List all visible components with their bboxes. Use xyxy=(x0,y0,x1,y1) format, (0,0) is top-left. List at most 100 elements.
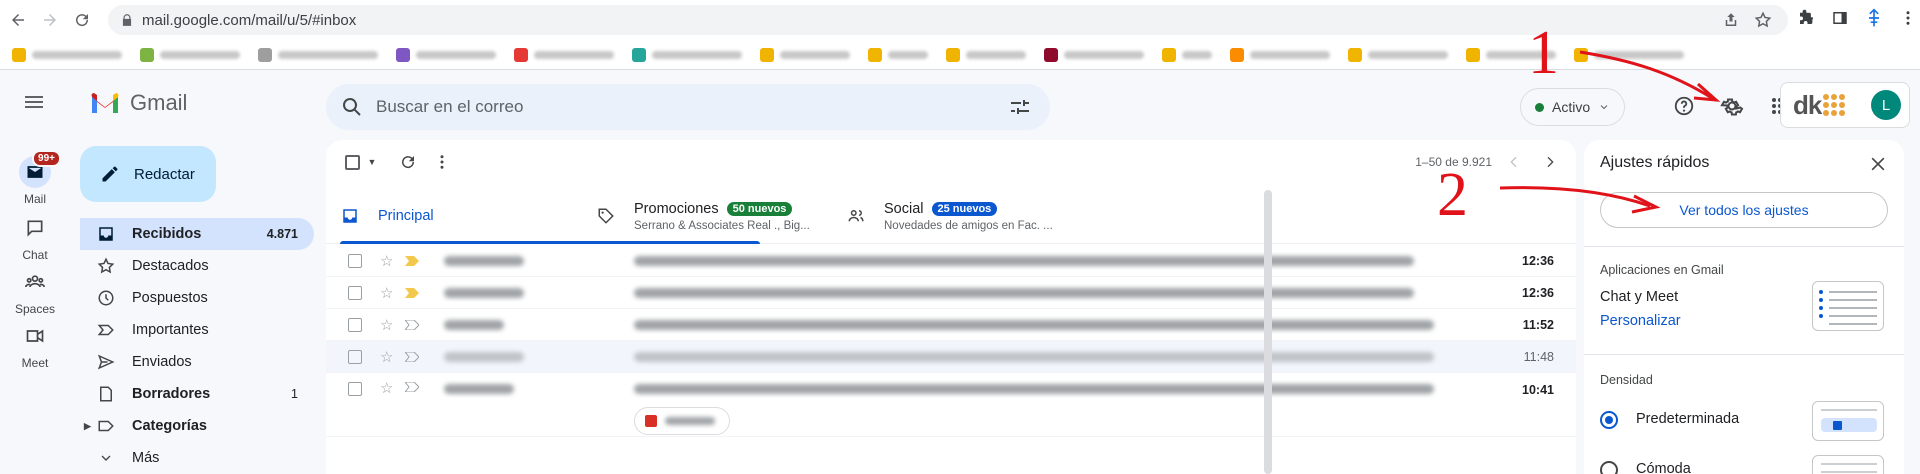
email-time: 12:36 xyxy=(1522,253,1554,268)
caret-right-icon[interactable]: ▶ xyxy=(84,421,91,432)
bookmark-item[interactable] xyxy=(760,47,850,62)
bookmark-item[interactable] xyxy=(1162,47,1212,62)
rail-item-spaces[interactable]: Spaces xyxy=(0,266,70,316)
important-marker-icon[interactable] xyxy=(405,255,420,266)
search-bar[interactable] xyxy=(326,84,1050,130)
refresh-icon[interactable] xyxy=(398,152,418,172)
density-default-radio[interactable] xyxy=(1600,411,1618,429)
compose-button[interactable]: Redactar xyxy=(80,146,216,202)
forward-icon[interactable] xyxy=(36,6,64,34)
bookmark-item[interactable] xyxy=(1348,47,1448,62)
avatar[interactable]: L xyxy=(1871,90,1901,120)
row-checkbox[interactable] xyxy=(348,382,362,396)
sidebar-item-inbox[interactable]: Recibidos 4.871 xyxy=(80,218,314,250)
see-all-settings-button[interactable]: Ver todos los ajustes xyxy=(1600,192,1888,228)
important-marker-icon[interactable] xyxy=(405,287,420,298)
row-checkbox[interactable] xyxy=(348,253,362,268)
bookmark-item[interactable] xyxy=(946,47,1026,62)
star-icon[interactable]: ☆ xyxy=(380,316,393,334)
tab-promociones[interactable]: Promociones 50 nuevos Serrano & Associate… xyxy=(596,188,810,244)
search-input[interactable] xyxy=(376,97,976,117)
gmail-m-icon xyxy=(91,93,119,113)
help-icon[interactable] xyxy=(1670,92,1698,120)
bookmark-item[interactable] xyxy=(1044,47,1144,62)
share-icon[interactable] xyxy=(1722,11,1740,29)
rail-item-mail[interactable]: 99+ Mail xyxy=(0,150,70,206)
attachment-chip[interactable] xyxy=(634,407,730,435)
table-row[interactable]: ☆ 11:52 xyxy=(326,309,1576,341)
row-checkbox[interactable] xyxy=(348,285,362,300)
star-icon[interactable]: ☆ xyxy=(380,379,393,397)
density-section: Densidad Predeterminada Cómoda xyxy=(1584,354,1904,474)
sidebar-item-snoozed[interactable]: Pospuestos xyxy=(80,282,314,314)
sidebar-item-drafts[interactable]: Borradores 1 xyxy=(80,378,314,410)
more-options-icon[interactable] xyxy=(432,152,452,172)
chat-icon xyxy=(27,220,43,237)
important-marker-icon[interactable] xyxy=(405,382,420,392)
sidebar-item-more[interactable]: Más xyxy=(80,442,314,474)
clock-icon xyxy=(96,288,116,308)
side-panel-icon[interactable] xyxy=(1830,8,1850,28)
bookmark-item[interactable] xyxy=(1230,47,1330,62)
table-row[interactable]: ☆ 11:48 xyxy=(326,341,1576,373)
subject-redacted xyxy=(634,287,1414,298)
bookmark-star-icon[interactable] xyxy=(1754,11,1772,29)
bookmark-item[interactable] xyxy=(1574,47,1684,62)
extensions-icon[interactable] xyxy=(1796,8,1816,28)
subject-redacted xyxy=(634,319,1434,330)
gmail-logo[interactable]: Gmail xyxy=(90,90,187,116)
next-page-icon[interactable] xyxy=(1540,152,1560,172)
previous-page-icon[interactable] xyxy=(1504,152,1524,172)
table-row[interactable]: ☆ 12:36 xyxy=(326,245,1576,277)
sidebar-item-label: Borradores xyxy=(132,386,211,402)
bookmark-item[interactable] xyxy=(396,47,496,62)
rail-item-chat[interactable]: Chat xyxy=(0,212,70,262)
reload-icon[interactable] xyxy=(68,6,96,34)
important-marker-icon[interactable] xyxy=(405,351,420,362)
select-all-checkbox[interactable] xyxy=(342,152,362,172)
table-row[interactable]: ☆ 12:36 xyxy=(326,277,1576,309)
search-options-icon[interactable] xyxy=(1008,95,1032,119)
sidebar-item-sent[interactable]: Enviados xyxy=(80,346,314,378)
sender-redacted xyxy=(444,351,524,362)
browser-menu-icon[interactable] xyxy=(1898,8,1918,28)
sidebar-item-categories[interactable]: ▶ Categorías xyxy=(80,410,314,442)
back-icon[interactable] xyxy=(4,6,32,34)
lock-icon xyxy=(122,14,132,26)
bookmark-item[interactable] xyxy=(140,47,240,62)
select-dropdown-icon[interactable]: ▼ xyxy=(362,152,382,172)
status-selector[interactable]: Activo xyxy=(1520,88,1626,126)
tab-social[interactable]: Social 25 nuevos Novedades de amigos en F… xyxy=(846,188,1053,244)
customize-link[interactable]: Personalizar xyxy=(1600,313,1681,329)
sidebar-item-important[interactable]: Importantes xyxy=(80,314,314,346)
chat-meet-label: Chat y Meet xyxy=(1600,289,1679,305)
settings-gear-icon[interactable] xyxy=(1718,92,1746,120)
tab-label: Principal xyxy=(378,208,434,224)
bookmark-item[interactable] xyxy=(868,47,928,62)
sidebar-item-starred[interactable]: Destacados xyxy=(80,250,314,282)
density-comfortable-radio[interactable] xyxy=(1600,461,1618,474)
table-row[interactable]: ☆ 10:41 xyxy=(326,373,1576,437)
density-option-label[interactable]: Predeterminada xyxy=(1636,411,1739,427)
row-checkbox[interactable] xyxy=(348,349,362,364)
search-icon[interactable] xyxy=(340,95,364,119)
bookmark-item[interactable] xyxy=(12,47,122,62)
star-icon[interactable]: ☆ xyxy=(380,252,393,270)
rail-label: Mail xyxy=(23,192,46,206)
close-icon[interactable] xyxy=(1868,154,1888,174)
cloud-extension-icon[interactable] xyxy=(1864,8,1884,28)
rail-item-meet[interactable]: Meet xyxy=(0,320,70,370)
important-marker-icon[interactable] xyxy=(405,319,420,330)
bookmark-item[interactable] xyxy=(258,47,378,62)
bookmark-item[interactable] xyxy=(514,47,614,62)
bookmark-item[interactable] xyxy=(632,47,742,62)
star-icon[interactable]: ☆ xyxy=(380,284,393,302)
gmail-header: Gmail Activo dk L xyxy=(0,70,1920,134)
star-icon[interactable]: ☆ xyxy=(380,348,393,366)
sender-redacted xyxy=(444,255,524,266)
density-option-label[interactable]: Cómoda xyxy=(1636,461,1691,474)
main-menu-icon[interactable] xyxy=(22,90,46,114)
row-checkbox[interactable] xyxy=(348,317,362,332)
account-switcher[interactable]: dk L xyxy=(1780,82,1910,128)
list-scrollbar[interactable] xyxy=(1264,190,1272,474)
